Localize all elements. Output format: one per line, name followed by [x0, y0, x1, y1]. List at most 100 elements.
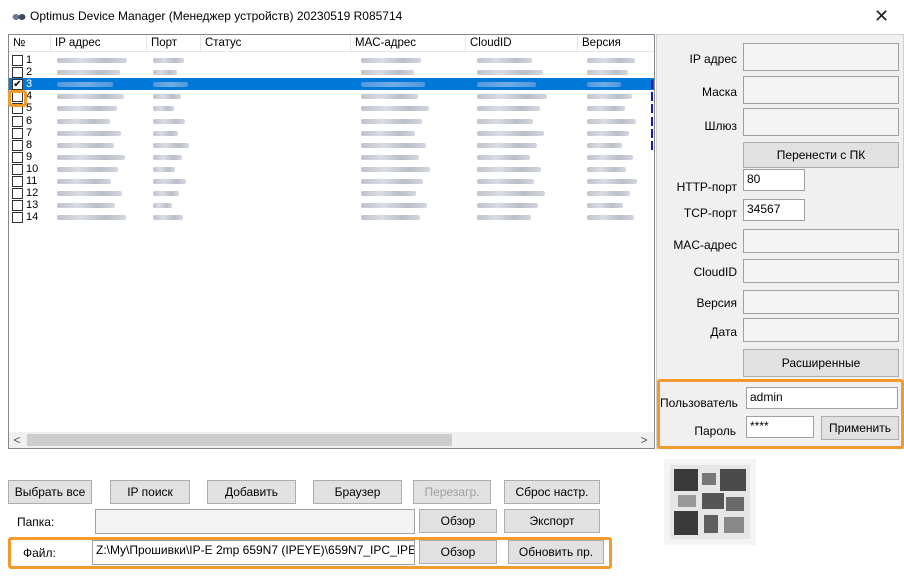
redacted-cell [587, 179, 637, 184]
redacted-cell [57, 118, 110, 124]
table-row[interactable]: 7 [9, 127, 654, 139]
redacted-cell [477, 166, 541, 172]
column-header-cloudid[interactable]: CloudID [466, 35, 578, 52]
ip-field[interactable] [743, 43, 899, 71]
table-row[interactable]: 9 [9, 151, 654, 163]
transfer-from-pc-button[interactable]: Перенести с ПК [743, 142, 899, 168]
table-row[interactable]: 10 [9, 163, 654, 175]
add-button[interactable]: Добавить [207, 480, 296, 504]
redacted-cell [477, 106, 540, 112]
row-checkbox[interactable] [12, 176, 23, 187]
table-row[interactable]: 11 [9, 175, 654, 187]
table-row[interactable]: 1 [9, 54, 654, 66]
export-button[interactable]: Экспорт [504, 509, 600, 533]
redacted-cell [153, 58, 184, 63]
row-checkbox[interactable] [12, 55, 23, 66]
redacted-cell [587, 58, 635, 63]
row-checkbox[interactable] [12, 212, 23, 224]
gateway-label: Шлюз [704, 119, 737, 133]
credentials-highlight [657, 379, 904, 449]
table-row[interactable]: 12 [9, 187, 654, 200]
redacted-cell [57, 106, 117, 112]
redacted-cell [361, 142, 426, 148]
table-row[interactable]: 2 [9, 66, 654, 79]
column-header-number[interactable]: № [9, 35, 51, 52]
redacted-cell [587, 166, 626, 172]
list-header: № IP адрес Порт Статус MAC-адрес CloudID… [9, 35, 654, 52]
row-checkbox[interactable] [12, 151, 23, 163]
tcp-port-field[interactable]: 34567 [743, 199, 805, 221]
folder-browse-button[interactable]: Обзор [419, 509, 497, 533]
row-number: 1 [26, 54, 33, 66]
close-icon[interactable]: ✕ [874, 6, 889, 27]
ip-search-button[interactable]: IP поиск [110, 480, 190, 504]
redacted-cell [587, 82, 621, 88]
horizontal-scrollbar[interactable]: < > [8, 432, 655, 449]
redacted-cell [587, 215, 634, 221]
redacted-cell [477, 130, 544, 136]
redacted-cell [57, 154, 125, 160]
redacted-cell [477, 179, 534, 184]
advanced-button[interactable]: Расширенные [743, 349, 899, 377]
reboot-button[interactable]: Перезагр. [413, 480, 491, 504]
redacted-cell [361, 82, 425, 88]
row-number: 10 [26, 162, 39, 175]
select-all-button[interactable]: Выбрать все [8, 480, 92, 504]
folder-field[interactable] [95, 509, 415, 534]
row-checkbox[interactable] [12, 115, 23, 127]
row-edge-marker [651, 104, 653, 114]
cloudid-field[interactable] [743, 259, 899, 283]
qr-code-image [664, 459, 756, 545]
row-checkbox[interactable] [12, 127, 23, 139]
row-edge-marker [651, 92, 653, 102]
redacted-cell [153, 118, 185, 124]
redacted-cell [477, 191, 545, 197]
row-checkbox[interactable] [12, 200, 23, 212]
mac-field[interactable] [743, 229, 899, 253]
table-row[interactable]: 14 [9, 211, 654, 224]
http-port-field[interactable]: 80 [743, 169, 805, 191]
mask-field[interactable] [743, 76, 899, 104]
scroll-right-icon[interactable]: > [636, 432, 652, 448]
row-number: 7 [26, 126, 33, 139]
redacted-cell [57, 94, 124, 100]
row-checkbox[interactable]: ✔ [12, 79, 23, 91]
reset-settings-button[interactable]: Сброс настр. [504, 480, 600, 504]
redacted-cell [153, 154, 182, 160]
table-row[interactable]: 6 [9, 115, 654, 127]
redacted-cell [361, 94, 418, 100]
redacted-cell [361, 70, 414, 76]
table-row[interactable]: ✔ 3 [9, 78, 654, 91]
window-title: Optimus Device Manager (Менеджер устройс… [30, 9, 403, 23]
redacted-cell [361, 166, 430, 172]
row-checkbox[interactable] [12, 139, 23, 151]
table-row[interactable]: 5 [9, 102, 654, 115]
redacted-cell [587, 106, 625, 112]
browser-button[interactable]: Браузер [313, 480, 402, 504]
row-checkbox[interactable] [12, 163, 23, 175]
redacted-cell [153, 94, 181, 100]
redacted-cell [153, 70, 177, 76]
version-field[interactable] [743, 290, 899, 314]
row-checkbox[interactable] [12, 67, 23, 79]
table-row[interactable]: 8 [9, 139, 654, 151]
table-row[interactable]: 4 [9, 90, 654, 103]
device-list[interactable]: № IP адрес Порт Статус MAC-адрес CloudID… [8, 34, 655, 449]
row-checkbox[interactable] [12, 188, 23, 200]
mask-label: Маска [702, 85, 737, 99]
redacted-cell [587, 191, 630, 197]
redacted-cell [57, 70, 120, 76]
column-header-ip[interactable]: IP адрес [51, 35, 147, 52]
table-row[interactable]: 13 [9, 199, 654, 212]
redacted-cell [361, 215, 420, 221]
redacted-cell [587, 70, 628, 76]
column-header-port[interactable]: Порт [147, 35, 201, 52]
scroll-left-icon[interactable]: < [9, 432, 25, 448]
date-field[interactable] [743, 318, 899, 342]
scroll-thumb[interactable] [27, 434, 452, 446]
gateway-field[interactable] [743, 108, 899, 136]
column-header-version[interactable]: Версия [578, 35, 654, 52]
column-header-mac[interactable]: MAC-адрес [351, 35, 466, 52]
column-header-status[interactable]: Статус [201, 35, 351, 52]
redacted-cell [477, 94, 547, 100]
